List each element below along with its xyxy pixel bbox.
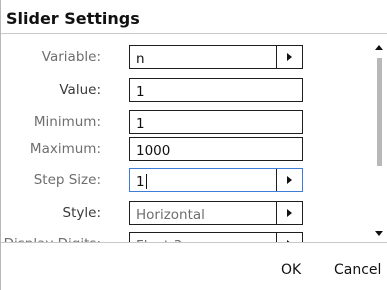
text-caret xyxy=(145,174,147,189)
footer-divider xyxy=(1,242,387,243)
triangle-right-icon xyxy=(287,53,292,61)
display-digits-dropdown-button[interactable] xyxy=(276,233,302,242)
value-input[interactable]: 1 xyxy=(129,78,303,102)
ok-button[interactable]: OK xyxy=(281,262,301,278)
cancel-button[interactable]: Cancel xyxy=(334,262,381,278)
style-row: Style: Horizontal xyxy=(1,201,371,225)
display-digits-dropdown[interactable]: Float 3 xyxy=(129,232,303,242)
variable-row: Variable: n xyxy=(1,45,371,69)
style-dropdown-button[interactable] xyxy=(276,202,302,224)
slider-settings-dialog: Slider Settings Variable: n Value: 1 Min… xyxy=(0,0,387,290)
display-digits-value: Float 3 xyxy=(136,233,182,242)
maximum-label: Maximum: xyxy=(29,141,101,157)
step-size-input[interactable]: 1 xyxy=(129,168,303,192)
triangle-up-icon[interactable] xyxy=(375,45,383,50)
display-digits-label: Display Digits: xyxy=(4,232,101,242)
minimum-label: Minimum: xyxy=(33,114,101,130)
maximum-value: 1000 xyxy=(136,143,171,159)
maximum-row: Maximum: 1000 xyxy=(1,137,371,161)
triangle-right-icon xyxy=(287,176,292,184)
minimum-input[interactable]: 1 xyxy=(129,110,303,134)
style-dropdown[interactable]: Horizontal xyxy=(129,201,303,225)
vertical-scrollbar[interactable] xyxy=(373,40,386,240)
step-size-value: 1 xyxy=(136,174,145,190)
style-value: Horizontal xyxy=(136,207,205,223)
scrollbar-thumb[interactable] xyxy=(377,58,382,166)
variable-dropdown[interactable]: n xyxy=(129,45,303,69)
variable-value: n xyxy=(136,51,145,67)
minimum-row: Minimum: 1 xyxy=(1,110,371,134)
value-row: Value: 1 xyxy=(1,78,371,102)
maximum-input[interactable]: 1000 xyxy=(129,137,303,161)
value-value: 1 xyxy=(136,84,145,100)
display-digits-row: Display Digits: Float 3 xyxy=(1,232,371,242)
settings-form: Variable: n Value: 1 Minimum: 1 Maximum:… xyxy=(1,34,387,242)
dialog-title: Slider Settings xyxy=(6,9,140,28)
variable-label: Variable: xyxy=(41,49,101,65)
triangle-down-icon[interactable] xyxy=(375,231,383,236)
minimum-value: 1 xyxy=(136,116,145,132)
step-size-label: Step Size: xyxy=(33,172,101,188)
triangle-right-icon xyxy=(287,209,292,217)
value-label: Value: xyxy=(59,82,101,98)
variable-dropdown-button[interactable] xyxy=(276,46,302,68)
step-size-button[interactable] xyxy=(276,169,302,191)
step-size-row: Step Size: 1 xyxy=(1,168,371,192)
style-label: Style: xyxy=(62,205,101,221)
